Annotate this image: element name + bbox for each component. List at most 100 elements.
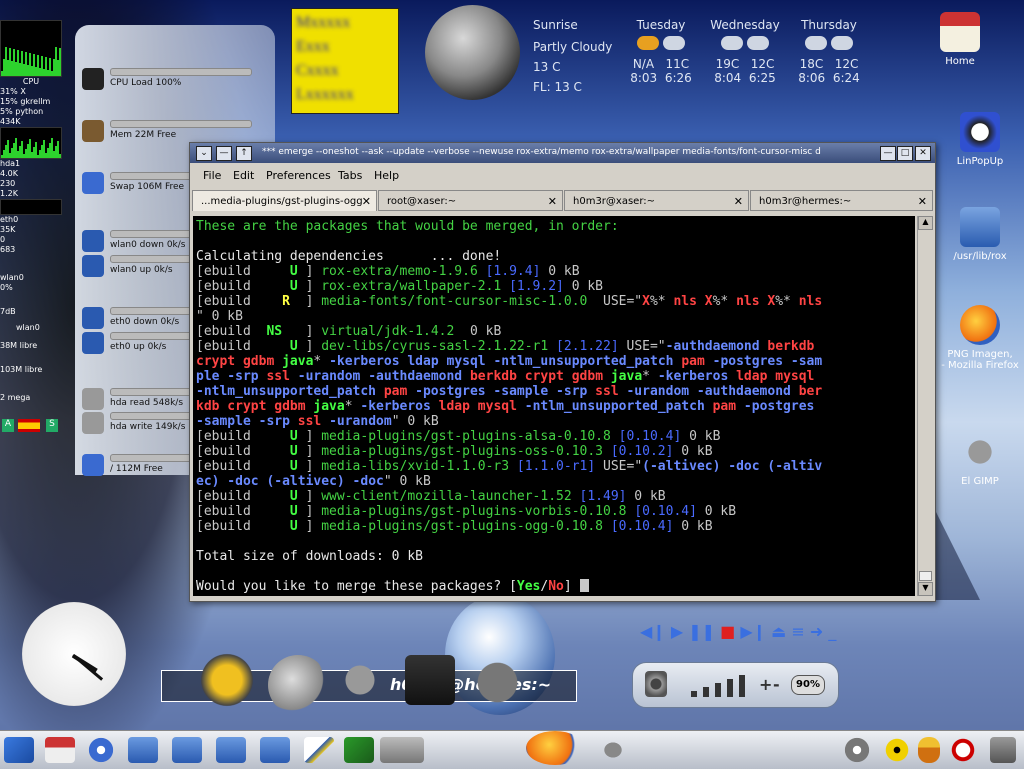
partly-cloudy-icon bbox=[637, 36, 659, 50]
folder-icon[interactable] bbox=[172, 737, 202, 763]
raise-button[interactable]: ↑ bbox=[236, 146, 252, 161]
tab-close-icon[interactable]: ✕ bbox=[362, 191, 371, 211]
scroll-up-icon[interactable]: ▲ bbox=[918, 216, 933, 230]
terminal-scrollbar[interactable]: ▲ ▼ bbox=[917, 216, 933, 596]
warning-icon[interactable] bbox=[882, 737, 912, 763]
minimize-button[interactable]: — bbox=[880, 146, 896, 161]
folder-icon[interactable] bbox=[260, 737, 290, 763]
equalizer-icon[interactable]: ≡ bbox=[791, 622, 804, 641]
volume-down-button[interactable]: - bbox=[773, 675, 780, 694]
clock-alarm-icon[interactable] bbox=[948, 737, 978, 763]
disk-read-label: 4.0K bbox=[0, 169, 18, 178]
terminal-task-icon[interactable] bbox=[380, 737, 424, 763]
cpu-label: CPU bbox=[22, 77, 40, 86]
volume-level-bar bbox=[727, 679, 733, 697]
user-icon[interactable] bbox=[918, 737, 940, 763]
tab-close-icon[interactable]: ✕ bbox=[918, 191, 927, 210]
xwave-icon[interactable] bbox=[268, 655, 328, 715]
console-line: -ntlm_unsupported_patch pam -postgres -s… bbox=[196, 384, 823, 399]
stop-icon[interactable]: ■ bbox=[720, 622, 735, 641]
time-value: 6:25 bbox=[748, 71, 776, 85]
console-line: -sample -srp ssl -urandom" 0 kB bbox=[196, 414, 439, 429]
minimize-icon[interactable]: _ bbox=[828, 622, 836, 641]
desktop-icon-usrlibrox[interactable]: /usr/lib/rox bbox=[935, 207, 1024, 262]
terminal-titlebar[interactable]: ⌄ — ↑ *** emerge --oneshot --ask --updat… bbox=[190, 143, 935, 163]
shade-button[interactable]: — bbox=[216, 146, 232, 161]
terminal-window: ⌄ — ↑ *** emerge --oneshot --ask --updat… bbox=[189, 142, 936, 602]
pause-icon[interactable]: ❚❚ bbox=[688, 622, 715, 641]
weather-day: Wednesday 19C 12C 8:04 6:25 bbox=[705, 18, 785, 85]
trash-icon[interactable] bbox=[990, 737, 1016, 763]
cloud-icon bbox=[663, 36, 685, 50]
menu-file[interactable]: File bbox=[203, 169, 221, 182]
mem-label: 434K bbox=[0, 117, 21, 126]
desktop-icon-gimp[interactable]: El GIMP bbox=[935, 432, 1024, 487]
cloud-icon bbox=[721, 36, 743, 50]
volume-control[interactable]: + - 90% bbox=[632, 662, 839, 708]
prompt-text: Would you like to merge these packages? … bbox=[196, 579, 517, 594]
console-line: [ebuild U ] media-plugins/gst-plugins-vo… bbox=[196, 504, 737, 519]
desktop-icon-firefox[interactable]: PNG Imagen, - Mozilla Firefox bbox=[935, 305, 1024, 371]
editor-icon[interactable] bbox=[304, 737, 334, 763]
menu-preferences[interactable]: Preferences bbox=[266, 169, 331, 182]
terminal-output[interactable]: These are the packages that would be mer… bbox=[193, 216, 915, 596]
linpopup-icon bbox=[960, 112, 1000, 152]
prompt-no: No bbox=[548, 579, 564, 594]
gnu-icon[interactable] bbox=[197, 650, 257, 710]
eth0-label: 0 bbox=[0, 235, 6, 244]
desktop-icon-linpopup[interactable]: LinPopUp bbox=[935, 112, 1024, 167]
tab-h0m3r-hermes[interactable]: h0m3r@hermes:~ ✕ bbox=[750, 190, 933, 211]
volume-percent: 90% bbox=[791, 675, 825, 695]
temp-value: 12C bbox=[750, 57, 775, 71]
menu-edit[interactable]: Edit bbox=[233, 169, 254, 182]
wlan0-label: wlan0 bbox=[16, 323, 40, 332]
temp-value: N/A bbox=[632, 57, 655, 71]
desktop-icon-home[interactable]: Home bbox=[915, 12, 1005, 67]
tab-h0m3r-xaser[interactable]: h0m3r@xaser:~ ✕ bbox=[564, 190, 749, 211]
volume-level-bar bbox=[739, 675, 745, 697]
eject-icon[interactable]: ⏏ bbox=[771, 622, 786, 641]
folder-icon[interactable] bbox=[216, 737, 246, 763]
maximize-button[interactable]: □ bbox=[897, 146, 913, 161]
speaker-icon[interactable] bbox=[645, 671, 667, 697]
gimp-launcher-icon[interactable] bbox=[598, 737, 628, 763]
menu-help[interactable]: Help bbox=[374, 169, 399, 182]
day-name: Tuesday bbox=[636, 18, 686, 32]
folder-icon[interactable] bbox=[128, 737, 158, 763]
console-line: crypt gdbm java* -kerberos ldap mysql -n… bbox=[196, 354, 823, 369]
volume-up-button[interactable]: + bbox=[759, 675, 772, 694]
start-menu-icon[interactable] bbox=[4, 737, 34, 763]
time-value: 8:06 bbox=[798, 71, 826, 85]
close-button[interactable]: ✕ bbox=[915, 146, 931, 161]
swap-icon bbox=[82, 172, 104, 194]
play-icon[interactable]: ▶ bbox=[671, 622, 683, 641]
proc-label: 15% gkrellm bbox=[0, 97, 51, 106]
tux-dock-icon[interactable] bbox=[470, 655, 525, 710]
menu-tabs[interactable]: Tabs bbox=[338, 169, 362, 182]
sticky-note[interactable]: Mxxxxx Exxx Cxxxx Lxxxxxx bbox=[291, 8, 399, 114]
tab-root-xaser[interactable]: root@xaser:~ ✕ bbox=[378, 190, 563, 211]
next-icon[interactable]: ▶❙ bbox=[740, 622, 766, 641]
gear-icon[interactable] bbox=[842, 737, 872, 763]
gauge-label: eth0 up 0k/s bbox=[110, 342, 167, 352]
settings-icon[interactable] bbox=[86, 737, 116, 763]
keyboard-layout[interactable]: A S bbox=[0, 419, 62, 433]
spain-flag-icon bbox=[18, 419, 40, 432]
tab-close-icon[interactable]: ✕ bbox=[548, 191, 557, 210]
console-line: Calculating dependencies ... done! bbox=[196, 249, 502, 264]
terminal-dock-icon[interactable] bbox=[405, 655, 455, 705]
scroll-down-icon[interactable]: ▼ bbox=[918, 582, 933, 596]
tab-close-icon[interactable]: ✕ bbox=[734, 191, 743, 210]
home-icon[interactable] bbox=[45, 737, 75, 763]
previous-icon[interactable]: ◀❙ bbox=[640, 622, 666, 641]
window-menu-button[interactable]: ⌄ bbox=[196, 146, 212, 161]
firefox-launcher-icon[interactable] bbox=[526, 731, 584, 765]
tools-icon[interactable] bbox=[344, 737, 374, 763]
gimp-dock-icon[interactable] bbox=[335, 655, 385, 705]
tab-gst-plugins[interactable]: ...media-plugins/gst-plugins-ogg ✕ bbox=[192, 190, 377, 211]
taskbar bbox=[0, 730, 1024, 769]
forward-icon[interactable]: ➜ bbox=[810, 622, 823, 641]
scroll-thumb[interactable] bbox=[919, 571, 932, 581]
hour-hand bbox=[71, 654, 98, 673]
console-line: [ebuild U ] rox-extra/wallpaper-2.1 [1.9… bbox=[196, 279, 604, 294]
